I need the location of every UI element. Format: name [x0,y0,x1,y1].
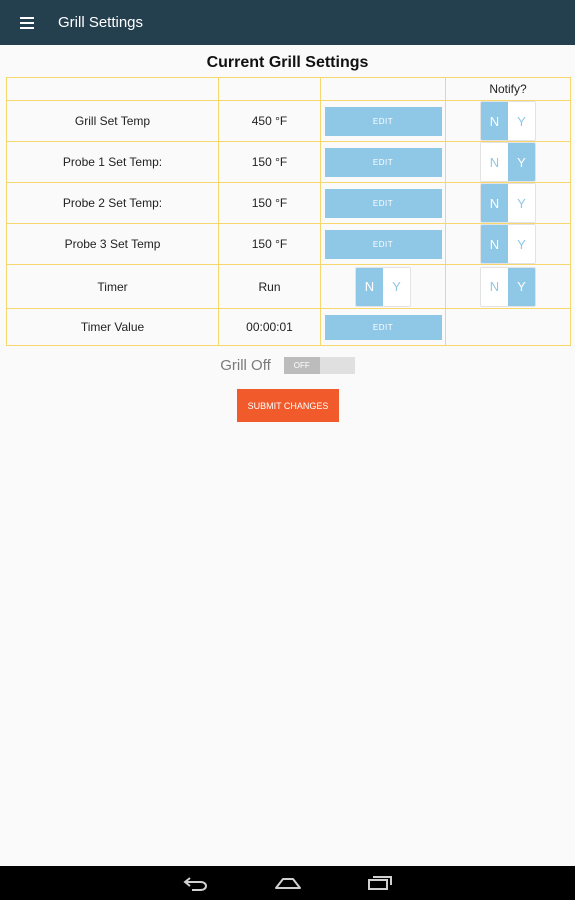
hamburger-menu-icon[interactable] [10,0,50,45]
toggle-option-yes[interactable]: Y [508,225,535,263]
row-label: Grill Set Temp [6,100,219,142]
timer-run-toggle[interactable]: N Y [355,266,411,307]
empty-cell [445,308,571,346]
edit-probe-1-set-temp-button[interactable]: EDIT [324,147,442,177]
edit-cell: EDIT [320,100,446,142]
grill-off-label: Grill Off [220,357,271,374]
home-button[interactable] [242,866,334,900]
row-value: Run [218,264,321,309]
toggle-option-yes[interactable]: Y [508,184,535,222]
row-value: 00:00:01 [218,308,321,346]
notify-toggle-probe-3[interactable]: N Y [480,224,536,264]
row-value: 450 °F [218,100,321,142]
edit-probe-2-set-temp-button[interactable]: EDIT [324,188,442,218]
edit-cell: EDIT [320,223,446,265]
submit-changes-button[interactable]: SUBMIT CHANGES [237,389,339,422]
row-label: Probe 3 Set Temp [6,223,219,265]
timer-run-cell: N Y [320,264,446,309]
toggle-option-yes[interactable]: Y [508,267,535,306]
row-value: 150 °F [218,182,321,224]
toggle-option-no[interactable]: N [481,184,508,222]
toggle-option-no[interactable]: N [356,267,383,306]
notify-toggle-timer[interactable]: N Y [480,266,536,307]
app-bar: Grill Settings [0,0,575,45]
header-cell-empty [6,77,219,101]
page-title: Current Grill Settings [206,54,369,71]
row-label: Probe 2 Set Temp: [6,182,219,224]
notify-cell: N Y [445,141,571,183]
table-row-probe-3-set-temp: Probe 3 Set Temp 150 °F EDIT N Y [6,223,571,265]
notify-cell: N Y [445,100,571,142]
notify-header: Notify? [445,77,571,101]
table-row-probe-1-set-temp: Probe 1 Set Temp: 150 °F EDIT N Y [6,141,571,183]
app-screen: Grill Settings Current Grill Settings No… [0,0,575,900]
recent-apps-icon [367,876,392,890]
toggle-option-yes[interactable]: Y [383,267,410,306]
header-cell-empty [320,77,446,101]
notify-toggle-probe-1[interactable]: N Y [480,142,536,182]
table-header-row: Notify? [6,77,571,101]
edit-cell: EDIT [320,141,446,183]
edit-cell: EDIT [320,308,446,346]
notify-cell: N Y [445,223,571,265]
edit-probe-3-set-temp-button[interactable]: EDIT [324,229,442,259]
row-label: Probe 1 Set Temp: [6,141,219,183]
toggle-option-yes[interactable]: Y [508,143,535,181]
switch-thumb: OFF [283,357,320,374]
table-row-probe-2-set-temp: Probe 2 Set Temp: 150 °F EDIT N Y [6,182,571,224]
system-nav-bar [0,866,575,900]
row-label: Timer [6,264,219,309]
toggle-option-no[interactable]: N [481,143,508,181]
row-value: 150 °F [218,141,321,183]
edit-grill-set-temp-button[interactable]: EDIT [324,106,442,136]
table-row-timer-value: Timer Value 00:00:01 EDIT [6,308,571,346]
toggle-option-no[interactable]: N [481,225,508,263]
grill-power-switch[interactable]: OFF [283,357,355,374]
notify-cell: N Y [445,182,571,224]
edit-cell: EDIT [320,182,446,224]
row-label: Timer Value [6,308,219,346]
notify-cell: N Y [445,264,571,309]
notify-toggle-grill-set-temp[interactable]: N Y [480,101,536,141]
settings-table: Notify? Grill Set Temp 450 °F EDIT N Y P… [6,77,571,346]
header-cell-empty [218,77,321,101]
table-row-grill-set-temp: Grill Set Temp 450 °F EDIT N Y [6,100,571,142]
grill-off-row: Grill Off OFF [0,357,575,374]
toggle-option-no[interactable]: N [481,102,508,140]
recent-apps-button[interactable] [334,866,426,900]
toggle-option-no[interactable]: N [481,267,508,306]
home-icon [274,878,301,889]
back-icon [182,877,207,891]
table-row-timer: Timer Run N Y N Y [6,264,571,309]
notify-toggle-probe-2[interactable]: N Y [480,183,536,223]
back-button[interactable] [150,866,242,900]
app-bar-title: Grill Settings [58,14,144,31]
row-value: 150 °F [218,223,321,265]
edit-timer-value-button[interactable]: EDIT [324,314,442,340]
toggle-option-yes[interactable]: Y [508,102,535,140]
